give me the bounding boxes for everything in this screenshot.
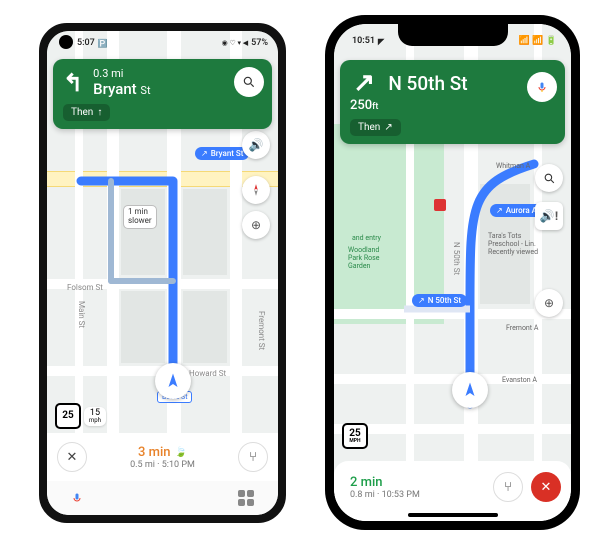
android-screen: 5:07🅿️ ◉ ♡ ▾ ◀57% ↗ Bryant St 1 min slow… (47, 31, 278, 515)
speaker-alert-icon: 🔊! (540, 209, 558, 223)
speed-limit-value: 25 (349, 429, 360, 439)
mic-icon (536, 81, 548, 93)
eta-details: 0.5 mi · 5:10 PM (130, 460, 195, 470)
end-navigation-button[interactable]: ✕ (531, 472, 561, 502)
android-nav-bar (47, 481, 278, 515)
eta-time: 3 min (138, 445, 171, 460)
ios-screen: 10:51 ◤ 📶 📶 🔋 ↗ Aurora A ↗ N 50th St Gar… (334, 24, 571, 521)
routes-icon: ⑂ (249, 450, 257, 465)
close-icon: ✕ (67, 450, 78, 465)
front-camera-hole (59, 35, 73, 49)
poi-label: Woodland Park Rose Garden (348, 246, 379, 270)
status-time: 5:07 (77, 38, 95, 48)
status-time: 10:51 (352, 36, 375, 46)
poi-label: and entry (352, 234, 381, 242)
report-button[interactable]: ⊕ (535, 289, 563, 317)
report-icon: ⊕ (544, 296, 554, 310)
android-phone-frame: 5:07🅿️ ◉ ♡ ▾ ◀57% ↗ Bryant St 1 min slow… (39, 23, 286, 523)
close-icon: ✕ (541, 480, 552, 495)
road-label: Folsom St (67, 283, 103, 292)
arrow-up-icon: ↑ (97, 107, 102, 118)
street-chip-50th: ↗ N 50th St (412, 294, 467, 307)
home-indicator[interactable] (408, 513, 498, 517)
search-icon (543, 172, 556, 185)
traffic-slower-badge: 1 min slower (123, 205, 157, 229)
road-label: Main St (77, 301, 86, 328)
report-button[interactable]: ⊕ (242, 211, 270, 239)
status-battery: 57% (251, 38, 268, 48)
mute-button[interactable]: 🔊 (242, 131, 270, 159)
speed-indicator: 25 15mph (55, 403, 106, 429)
route-options-button[interactable]: ⑂ (493, 472, 523, 502)
poi-label: Whitman A (496, 162, 530, 170)
route-options-button[interactable]: ⑂ (238, 442, 268, 472)
nav-street: Bryant (93, 80, 137, 98)
close-button[interactable]: ✕ (57, 442, 87, 472)
poi-label: Evanston A (502, 376, 537, 384)
street-chip-bryant: ↗ Bryant St (195, 147, 249, 160)
stop-sign-icon (434, 199, 446, 211)
ios-bottom-bar[interactable]: 2 min 0.8 mi · 10:53 PM ⑂ ✕ (334, 461, 571, 521)
nav-direction-card[interactable]: ↰ 0.3 mi Bryant St Then ↑ (53, 59, 272, 129)
notch (398, 24, 508, 46)
search-button[interactable] (535, 164, 563, 192)
search-button[interactable] (234, 67, 264, 97)
road-label: Howard St (189, 369, 226, 378)
status-icons: ◉ ♡ ▾ ◀ (222, 39, 249, 47)
speed-indicator: 25MPH (342, 423, 368, 449)
speaker-icon: 🔊 (249, 138, 264, 152)
road-label: Fremont St (257, 311, 266, 350)
voice-button[interactable] (527, 72, 557, 102)
turn-right-icon: ↗ (353, 68, 375, 98)
arrow-up-right-icon: ↗ (384, 122, 392, 133)
apps-button[interactable] (238, 490, 254, 506)
nav-direction-card[interactable]: ↗ 250ft N 50th St Then ↗ (340, 60, 565, 144)
then-pill[interactable]: Then ↗ (350, 119, 401, 136)
android-status-bar: 5:07🅿️ ◉ ♡ ▾ ◀57% (47, 31, 278, 55)
nav-cursor (155, 363, 191, 399)
search-icon (242, 75, 256, 89)
nav-cursor (452, 372, 488, 408)
mic-icon[interactable] (71, 492, 83, 504)
ios-phone-frame: 10:51 ◤ 📶 📶 🔋 ↗ Aurora A ↗ N 50th St Gar… (325, 15, 580, 530)
turn-left-icon: ↰ (63, 69, 83, 97)
routes-icon: ⑂ (504, 480, 512, 495)
android-bottom-bar[interactable]: ✕ 3 min 🍃 0.5 mi · 5:10 PM ⑂ (47, 433, 278, 481)
report-icon: ⊕ (251, 218, 261, 232)
eta-time: 2 min (350, 475, 383, 490)
poi-label: Fremont A (506, 324, 538, 332)
compass-button[interactable] (242, 176, 270, 204)
speed-limit-value: 25 (62, 411, 73, 421)
sound-button[interactable]: 🔊! (535, 202, 563, 230)
eta-details: 0.8 mi · 10:53 PM (350, 490, 420, 500)
nav-street: N 50th St (388, 68, 467, 95)
nav-distance: 250 (350, 98, 372, 113)
then-pill[interactable]: Then ↑ (63, 104, 110, 121)
poi-label: Tara's Tots Preschool - Lin. Recently vi… (488, 232, 538, 256)
leaf-icon: 🍃 (175, 447, 187, 458)
compass-icon (249, 183, 263, 197)
road-label: N 50th St (452, 242, 461, 275)
